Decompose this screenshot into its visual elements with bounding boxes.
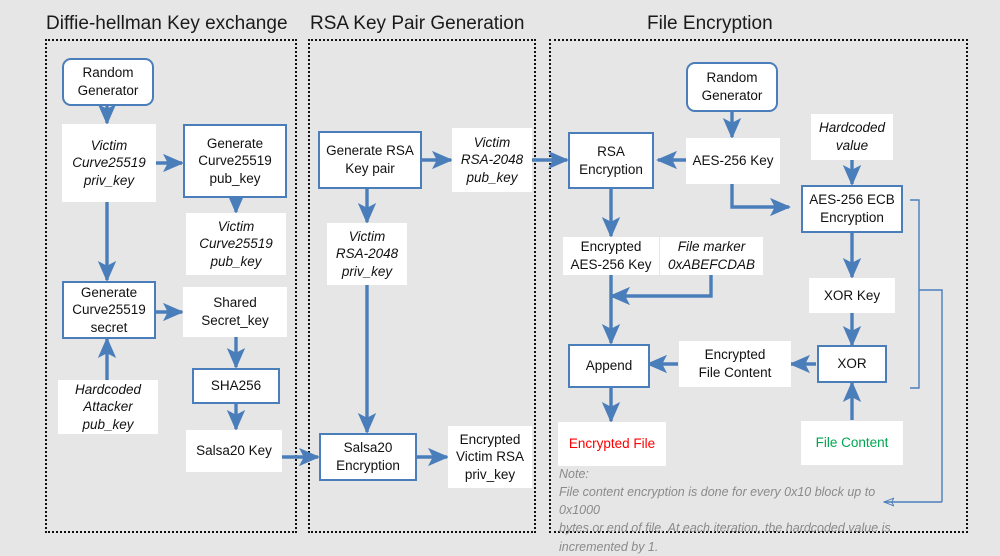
- node-fe-file-content[interactable]: File Content: [801, 421, 903, 465]
- node-fe-rsa-encryption[interactable]: RSA Encryption: [568, 132, 654, 189]
- node-rsa-generate-key-pair[interactable]: Generate RSA Key pair: [318, 131, 422, 189]
- section-title-diffie-hellman: Diffie-hellman Key exchange: [46, 13, 288, 34]
- node-fe-append[interactable]: Append: [568, 344, 650, 388]
- node-fe-aes-256-ecb-encryption[interactable]: AES-256 ECB Encryption: [801, 185, 903, 233]
- node-dh-victim-pub-key[interactable]: Victim Curve25519 pub_key: [186, 213, 286, 275]
- node-dh-sha256[interactable]: SHA256: [192, 368, 280, 404]
- node-fe-random-generator[interactable]: Random Generator: [686, 62, 778, 112]
- node-rsa-encrypted-victim-priv-key[interactable]: Encrypted Victim RSA priv_key: [448, 426, 532, 488]
- node-fe-encrypted-file-content[interactable]: Encrypted File Content: [679, 341, 791, 387]
- section-title-file-encryption: File Encryption: [647, 13, 773, 34]
- node-rsa-victim-pub-key[interactable]: Victim RSA-2048 pub_key: [452, 128, 532, 192]
- node-fe-xor[interactable]: XOR: [817, 345, 887, 383]
- node-fe-file-marker[interactable]: File marker 0xABEFCDAB: [660, 237, 763, 275]
- note-file-encryption: Note: File content encryption is done fo…: [559, 467, 891, 554]
- node-dh-generate-pub-key[interactable]: Generate Curve25519 pub_key: [183, 124, 287, 198]
- node-fe-aes-256-key[interactable]: AES-256 Key: [686, 138, 780, 184]
- node-fe-encrypted-aes-256-key[interactable]: Encrypted AES-256 Key: [563, 237, 659, 275]
- node-dh-generate-secret[interactable]: Generate Curve25519 secret: [62, 281, 156, 339]
- node-dh-random-generator[interactable]: Random Generator: [62, 58, 154, 106]
- node-fe-hardcoded-value[interactable]: Hardcoded value: [811, 114, 893, 160]
- section-title-rsa: RSA Key Pair Generation: [310, 13, 525, 34]
- node-fe-encrypted-file[interactable]: Encrypted File: [558, 422, 666, 466]
- node-dh-hardcoded-attacker-pub-key[interactable]: Hardcoded Attacker pub_key: [58, 380, 158, 434]
- node-rsa-salsa20-encryption[interactable]: Salsa20 Encryption: [319, 433, 417, 481]
- node-dh-victim-priv-key[interactable]: Victim Curve25519 priv_key: [62, 124, 156, 202]
- node-fe-xor-key[interactable]: XOR Key: [809, 278, 895, 313]
- node-dh-shared-secret-key[interactable]: Shared Secret_key: [183, 287, 287, 337]
- node-rsa-victim-priv-key[interactable]: Victim RSA-2048 priv_key: [327, 223, 407, 285]
- node-dh-salsa20-key[interactable]: Salsa20 Key: [186, 430, 282, 472]
